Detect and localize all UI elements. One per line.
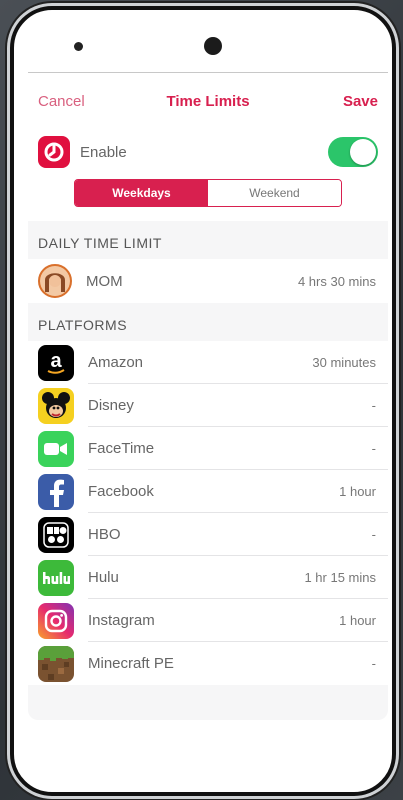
platform-name: FaceTime [88, 440, 155, 457]
platform-name: Minecraft PE [88, 655, 174, 672]
cancel-button[interactable]: Cancel [38, 93, 85, 110]
facebook-icon [38, 473, 74, 510]
platform-name: Instagram [88, 612, 155, 629]
platform-limit: - [371, 527, 376, 542]
platform-row-disney[interactable]: Disney - [28, 384, 388, 427]
daily-limit-list: MOM 4 hrs 30 mins [28, 259, 388, 303]
profile-name: MOM [86, 272, 123, 290]
screen: Cancel Time Limits Save Enable Weekdays … [28, 72, 388, 720]
navigation-bar: Cancel Time Limits Save [28, 73, 388, 129]
schedule-segment-container: Weekdays Weekend [28, 175, 388, 221]
daily-limit-value: 4 hrs 30 mins [297, 273, 376, 289]
platform-row-hbo[interactable]: HBO - [28, 513, 388, 556]
enable-toggle[interactable] [328, 137, 378, 167]
instagram-icon [38, 602, 74, 639]
schedule-segmented-control: Weekdays Weekend [74, 179, 342, 207]
front-camera [204, 37, 222, 55]
phone-frame: Cancel Time Limits Save Enable Weekdays … [10, 6, 396, 796]
minecraft-icon [38, 645, 74, 682]
daily-limit-header: DAILY TIME LIMIT [28, 221, 388, 259]
hbo-icon [38, 516, 74, 553]
platform-limit: 1 hr 15 mins [304, 570, 376, 585]
facetime-icon [38, 430, 74, 467]
platform-row-facebook[interactable]: Facebook 1 hour [28, 470, 388, 513]
daily-limit-row[interactable]: MOM 4 hrs 30 mins [28, 259, 388, 303]
enable-row: Enable [28, 129, 388, 175]
platforms-header: PLATFORMS [28, 303, 388, 341]
hulu-icon [38, 559, 74, 596]
platform-limit: - [371, 441, 376, 456]
platform-row-instagram[interactable]: Instagram 1 hour [28, 599, 388, 642]
platform-row-facetime[interactable]: FaceTime - [28, 427, 388, 470]
platform-row-amazon[interactable]: a Amazon 30 minutes [28, 341, 388, 384]
platform-name: Hulu [88, 569, 119, 586]
sensor-dot [74, 42, 83, 51]
platform-name: HBO [88, 526, 121, 543]
platform-limit: - [371, 398, 376, 413]
platform-limit: 1 hour [339, 613, 376, 628]
platform-row-minecraft[interactable]: Minecraft PE - [28, 642, 388, 685]
svg-text:a: a [50, 350, 62, 372]
platform-limit: - [371, 656, 376, 671]
platform-limit: 30 minutes [312, 355, 376, 370]
platforms-list: a Amazon 30 minutes Disney - FaceTime - … [28, 341, 388, 685]
disney-icon [38, 387, 74, 424]
platform-row-hulu[interactable]: Hulu 1 hr 15 mins [28, 556, 388, 599]
amazon-icon: a [38, 344, 74, 381]
save-button[interactable]: Save [343, 93, 378, 110]
platform-name: Disney [88, 397, 134, 414]
toggle-knob [350, 139, 376, 165]
clock-icon [38, 136, 70, 168]
segment-weekdays[interactable]: Weekdays [75, 180, 208, 206]
platform-name: Facebook [88, 483, 154, 500]
platform-name: Amazon [88, 354, 144, 371]
platform-limit: 1 hour [339, 484, 376, 499]
avatar [38, 264, 72, 298]
segment-weekend[interactable]: Weekend [208, 180, 341, 206]
enable-label: Enable [80, 143, 127, 161]
